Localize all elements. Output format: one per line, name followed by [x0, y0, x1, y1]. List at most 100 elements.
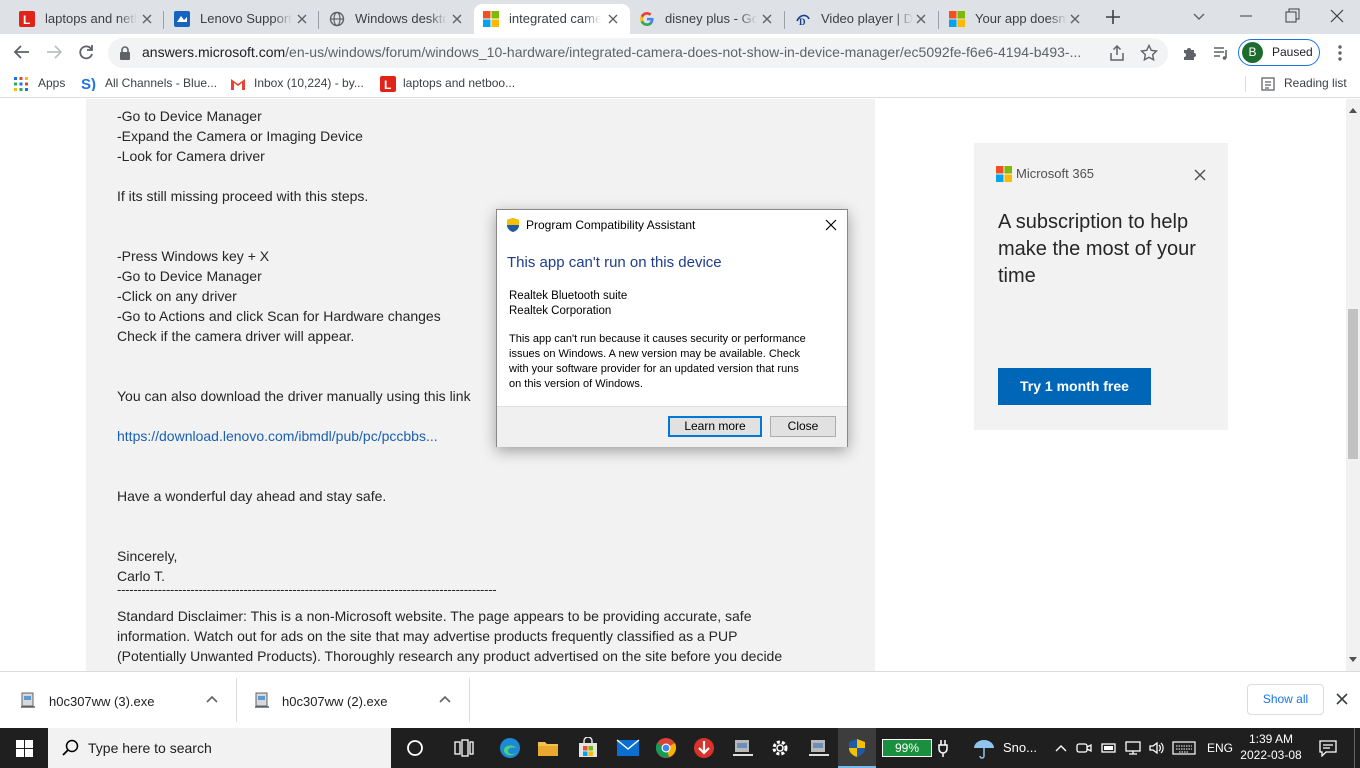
close-tab-icon[interactable] [912, 10, 930, 28]
close-tab-icon[interactable] [1066, 10, 1084, 28]
bookmark-apps[interactable]: Apps [38, 76, 65, 90]
bookmark-star-icon[interactable] [1139, 43, 1159, 63]
reading-list-label[interactable]: Reading list [1284, 76, 1347, 90]
post-line: -Go to Device Manager [117, 108, 262, 124]
tab-1[interactable]: Lenovo Support [165, 4, 319, 34]
setup-app-icon[interactable] [807, 737, 831, 759]
umbrella-weather-icon[interactable] [972, 737, 996, 759]
tab-strip: L laptops and netb Lenovo Support Window… [0, 0, 1360, 34]
microsoft-logo-icon [996, 166, 1012, 182]
close-tab-icon[interactable] [138, 10, 156, 28]
taskbar-search-box[interactable]: Type here to search [48, 728, 391, 768]
meet-now-icon[interactable] [1076, 740, 1092, 756]
language-indicator[interactable]: ENG [1207, 741, 1233, 755]
keyboard-icon[interactable] [1172, 740, 1196, 756]
svg-text:D: D [799, 17, 806, 27]
tab-5[interactable]: D Video player | Di [786, 4, 938, 34]
page-scrollbar[interactable] [1346, 99, 1360, 671]
store-icon[interactable] [577, 737, 599, 759]
tab-search-icon[interactable] [1190, 7, 1208, 25]
tab-title: Your app doesn't [975, 11, 1067, 26]
tab-3-active[interactable]: integrated camer [474, 4, 630, 34]
network-icon[interactable] [1124, 740, 1142, 756]
tab-title: laptops and netb [45, 11, 137, 26]
show-desktop-button[interactable] [1354, 728, 1360, 768]
close-download-bar-icon[interactable] [1334, 691, 1350, 707]
profile-button[interactable]: B Paused [1238, 39, 1320, 66]
cortana-icon[interactable] [406, 739, 424, 757]
lenovo-icon: L [19, 11, 35, 27]
ad-headline: A subscription to help make the most of … [998, 211, 1196, 287]
lock-icon[interactable] [118, 45, 132, 61]
search-icon [62, 739, 80, 757]
bookmark-inbox[interactable]: Inbox (10,224) - by... [254, 76, 364, 90]
tab-title: integrated camer [509, 11, 601, 26]
download-manager-icon[interactable] [692, 737, 716, 759]
scroll-thumb[interactable] [1348, 309, 1358, 459]
close-window-icon[interactable] [1327, 6, 1347, 26]
google-icon [639, 11, 655, 27]
download-item[interactable]: h0c307ww (2).exe [237, 672, 469, 728]
tab-title: Video player | Di [821, 11, 913, 26]
chevron-up-icon[interactable] [204, 692, 220, 708]
mail-icon[interactable] [616, 739, 640, 757]
avatar: B [1242, 42, 1263, 63]
download-item[interactable]: h0c307ww (3).exe [0, 672, 236, 728]
learn-more-button[interactable]: Learn more [668, 416, 762, 437]
close-button[interactable]: Close [770, 416, 836, 437]
show-all-button[interactable]: Show all [1247, 684, 1324, 715]
tab-4[interactable]: disney plus - Goo [630, 4, 784, 34]
battery-indicator[interactable]: 99% [882, 739, 932, 757]
bookmark-laptops[interactable]: laptops and netboo... [403, 76, 515, 90]
download-filename: h0c307ww (2).exe [282, 694, 388, 709]
clock[interactable]: 1:39 AM 2022-03-08 [1238, 731, 1304, 763]
close-ad-icon[interactable] [1191, 166, 1209, 184]
search-placeholder: Type here to search [88, 740, 212, 756]
reload-icon[interactable] [76, 42, 96, 62]
file-explorer-icon[interactable] [537, 738, 559, 758]
post-line: -Go to Device Manager [117, 268, 262, 284]
volume-icon[interactable] [1148, 740, 1166, 756]
minimize-icon[interactable] [1236, 6, 1256, 26]
media-queue-icon[interactable] [1211, 43, 1231, 63]
tab-6[interactable]: Your app doesn't [940, 4, 1092, 34]
scroll-down-icon[interactable] [1349, 657, 1357, 663]
tab-2[interactable]: Windows deskto [320, 4, 474, 34]
apps-grid-icon [14, 77, 28, 91]
battery-tray-icon[interactable] [1100, 740, 1118, 756]
settings-gear-icon[interactable] [770, 738, 790, 758]
weather-text[interactable]: Sno... [1003, 740, 1037, 755]
restore-icon[interactable] [1282, 6, 1302, 26]
tab-0[interactable]: L laptops and netb [10, 4, 164, 34]
post-line: Check if the camera driver will appear. [117, 328, 355, 344]
task-view-icon[interactable] [454, 739, 474, 757]
notifications-icon[interactable] [1318, 739, 1338, 757]
post-line: -Press Windows key + X [117, 248, 270, 264]
new-tab-icon[interactable] [1103, 7, 1123, 27]
setup-app-icon[interactable] [731, 737, 755, 759]
try-free-button[interactable]: Try 1 month free [998, 368, 1151, 405]
program-compatibility-dialog: Program Compatibility Assistant This app… [496, 209, 848, 447]
scroll-up-icon[interactable] [1349, 107, 1357, 113]
edge-icon[interactable] [498, 737, 522, 759]
close-tab-icon[interactable] [604, 10, 622, 28]
bookmark-all-channels[interactable]: All Channels - Blue... [105, 76, 217, 90]
close-tab-icon[interactable] [758, 10, 776, 28]
windows-start-icon[interactable] [16, 740, 33, 757]
close-tab-icon[interactable] [448, 10, 466, 28]
extensions-icon[interactable] [1180, 43, 1200, 63]
more-menu-icon[interactable] [1330, 43, 1350, 63]
close-tab-icon[interactable] [293, 10, 311, 28]
url-text[interactable]: answers.microsoft.com/en-us/windows/foru… [142, 44, 1081, 60]
disclaimer-line: Standard Disclaimer: This is a non-Micro… [117, 608, 752, 624]
chrome-icon[interactable] [655, 737, 677, 759]
dialog-close-icon[interactable] [823, 217, 839, 233]
tab-title: Lenovo Support [200, 11, 292, 26]
forward-icon[interactable] [44, 42, 64, 62]
chevron-up-icon[interactable] [437, 692, 453, 708]
chevron-up-icon[interactable] [1054, 741, 1068, 755]
back-icon[interactable] [12, 42, 32, 62]
share-icon[interactable] [1108, 44, 1126, 62]
uac-shield-taskbar-button[interactable] [838, 728, 876, 768]
driver-download-link[interactable]: https://download.lenovo.com/ibmdl/pub/pc… [117, 428, 438, 444]
